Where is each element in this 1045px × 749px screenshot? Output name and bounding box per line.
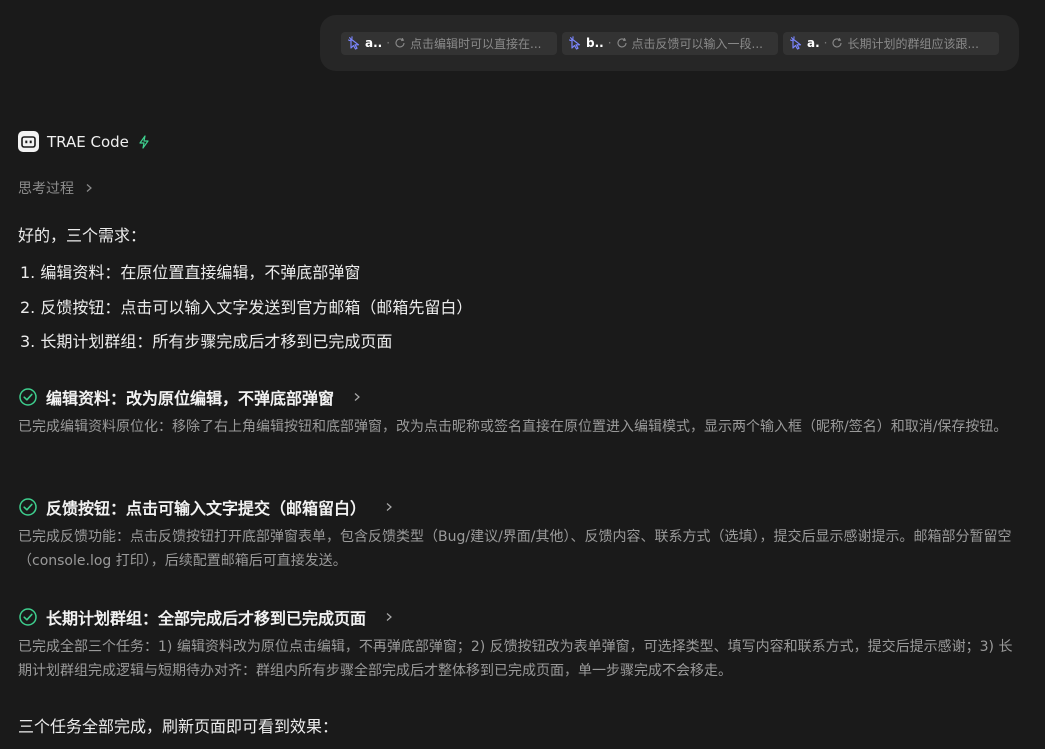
task-title: 反馈按钮：点击可输入文字提交（邮箱留白） bbox=[46, 499, 367, 518]
task-section: 长期计划群组：全部完成后才移到已完成页面 已完成全部三个任务：1) 编辑资料改为… bbox=[18, 605, 1028, 683]
reference-key: a.. bbox=[365, 36, 383, 50]
separator-dot: · bbox=[386, 36, 391, 50]
cursor-click-icon bbox=[568, 36, 581, 50]
list-item: 3. 长期计划群组：所有步骤完成后才移到已完成页面 bbox=[20, 332, 393, 351]
check-circle-icon bbox=[19, 498, 37, 516]
task-description: 已完成反馈功能：点击反馈按钮打开底部弹窗表单，包含反馈类型（Bug/建议/界面/… bbox=[18, 529, 1012, 569]
assistant-header: TRAE Code bbox=[18, 131, 151, 152]
task-title: 长期计划群组：全部完成后才移到已完成页面 bbox=[46, 609, 367, 628]
check-circle-icon bbox=[19, 608, 37, 626]
reference-text: 点击编辑时可以直接在... bbox=[410, 36, 542, 51]
task-header[interactable]: 反馈按钮：点击可输入文字提交（邮箱留白） bbox=[18, 495, 1028, 519]
task-section: 反馈按钮：点击可输入文字提交（邮箱留白） 已完成反馈功能：点击反馈按钮打开底部弹… bbox=[18, 495, 1028, 573]
refresh-icon bbox=[833, 37, 843, 48]
reply-intro: 好的，三个需求： bbox=[18, 226, 147, 245]
requirements-list: 1. 编辑资料：在原位置直接编辑，不弹底部弹窗 2. 反馈按钮：点击可以输入文字… bbox=[20, 262, 472, 366]
reference-chip[interactable]: b.. · 点击反馈可以输入一段... bbox=[562, 31, 778, 55]
reference-chip[interactable]: a.. · 点击编辑时可以直接在... bbox=[341, 31, 557, 55]
chevron-right-icon bbox=[354, 393, 360, 401]
reference-key: b.. bbox=[586, 36, 604, 50]
task-header[interactable]: 编辑资料：改为原位编辑，不弹底部弹窗 bbox=[18, 385, 1028, 409]
thinking-process-toggle[interactable]: 思考过程 bbox=[18, 178, 94, 198]
reference-text: 点击反馈可以输入一段... bbox=[631, 36, 763, 51]
separator-dot: · bbox=[823, 36, 828, 50]
cursor-click-icon bbox=[789, 36, 802, 50]
thinking-label: 思考过程 bbox=[18, 181, 74, 197]
list-item: 2. 反馈按钮：点击可以输入文字发送到官方邮箱（邮箱先留白） bbox=[20, 297, 473, 317]
chat-panel: a.. · 点击编辑时可以直接在... b.. · 点击反馈可以输入一段... bbox=[0, 0, 1045, 749]
refresh-icon bbox=[617, 37, 627, 48]
reference-text: 长期计划的群组应该跟... bbox=[847, 36, 979, 51]
task-title: 编辑资料：改为原位编辑，不弹底部弹窗 bbox=[46, 389, 335, 408]
chevron-right-icon bbox=[86, 184, 92, 192]
chevron-right-icon bbox=[386, 503, 392, 511]
task-description: 已完成编辑资料原位化：移除了右上角编辑按钮和底部弹窗，改为点击昵称或签名直接在原… bbox=[18, 419, 1008, 435]
chevron-right-icon bbox=[386, 613, 392, 621]
cursor-click-icon bbox=[347, 36, 360, 50]
assistant-name: TRAE Code bbox=[47, 132, 129, 151]
reply-closing: 三个任务全部完成，刷新页面即可看到效果： bbox=[18, 717, 339, 736]
refresh-icon bbox=[395, 37, 405, 48]
task-header[interactable]: 长期计划群组：全部完成后才移到已完成页面 bbox=[18, 605, 1028, 629]
separator-dot: · bbox=[607, 36, 612, 50]
task-section: 编辑资料：改为原位编辑，不弹底部弹窗 已完成编辑资料原位化：移除了右上角编辑按钮… bbox=[18, 385, 1028, 439]
list-item: 1. 编辑资料：在原位置直接编辑，不弹底部弹窗 bbox=[20, 263, 361, 282]
task-description: 已完成全部三个任务：1) 编辑资料改为原位点击编辑，不再弹底部弹窗；2) 反馈按… bbox=[18, 639, 1013, 679]
reference-chip[interactable]: a. · 长期计划的群组应该跟... bbox=[783, 31, 999, 55]
reference-key: a. bbox=[807, 36, 820, 50]
trae-logo-icon bbox=[18, 131, 39, 152]
check-circle-icon bbox=[19, 388, 37, 406]
user-message-bubble: a.. · 点击编辑时可以直接在... b.. · 点击反馈可以输入一段... bbox=[320, 15, 1019, 71]
bolt-icon bbox=[139, 134, 149, 149]
